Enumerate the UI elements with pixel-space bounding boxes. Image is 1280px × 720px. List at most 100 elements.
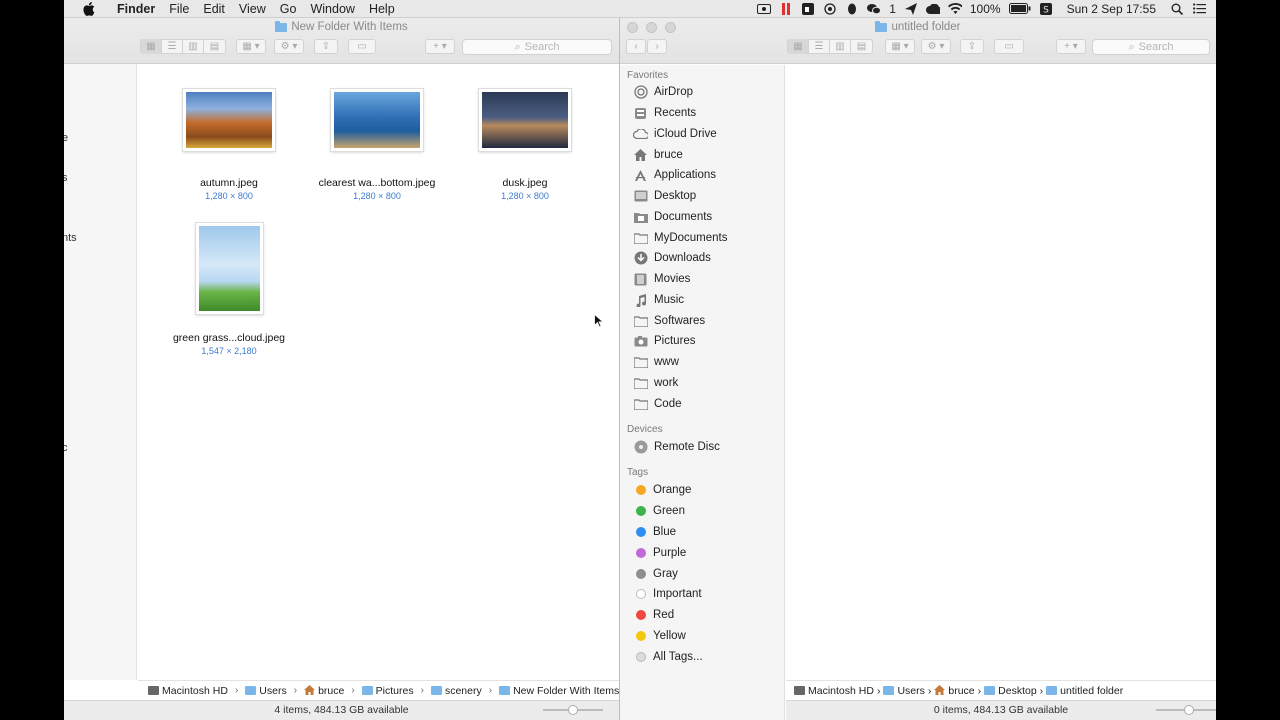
sidebar-fragment[interactable]: e [64, 132, 68, 144]
list-view-icon[interactable]: ☰ [162, 39, 183, 54]
file-name: autumn.jpeg [200, 177, 258, 189]
path-item[interactable]: bruce [304, 684, 344, 697]
path-item[interactable]: Macintosh HD [148, 685, 228, 697]
sidebar-item-bruce[interactable]: bruce [633, 145, 683, 165]
list-view-icon[interactable]: ☰ [809, 39, 830, 54]
column-view-icon[interactable]: ▥ [830, 39, 851, 54]
gallery-view-icon[interactable]: ▤ [851, 39, 872, 54]
share-button[interactable]: ⇪ [960, 39, 984, 54]
forward-button[interactable]: › [647, 39, 667, 54]
file-item[interactable]: green grass...cloud.jpeg 1,547 × 2,180 [159, 223, 299, 356]
sidebar-fragment[interactable]: c [64, 442, 68, 454]
sidebar-item-movies[interactable]: Movies [633, 269, 690, 289]
screen-record-icon[interactable] [757, 3, 772, 15]
icon-size-slider[interactable] [543, 705, 603, 715]
sidebar-item-music[interactable]: Music [633, 290, 684, 310]
sidebar-tag-purple[interactable]: Purple [633, 543, 686, 563]
slider-knob[interactable] [568, 705, 578, 715]
sidebar-tag-all[interactable]: All Tags... [633, 647, 703, 667]
path-item[interactable]: New Folder With Items [499, 685, 619, 697]
sidebar-item-downloads[interactable]: Downloads [633, 248, 711, 268]
sidebar-item-mydocuments[interactable]: MyDocuments [633, 228, 728, 248]
notification-center-icon[interactable] [1192, 3, 1206, 15]
path-item[interactable]: Pictures [361, 685, 414, 697]
path-item[interactable]: Users [883, 685, 925, 697]
wifi-icon[interactable] [947, 3, 962, 15]
ocr-icon[interactable] [823, 2, 837, 15]
icon-size-slider[interactable] [1156, 705, 1216, 715]
sidebar-item-applications[interactable]: Applications [633, 165, 716, 185]
view-mode-segment[interactable]: ▦ ☰ ▥ ▤ [787, 39, 873, 54]
group-by-button[interactable]: ▦ ▾ [236, 39, 266, 54]
menu-window[interactable]: Window [303, 2, 361, 16]
sidebar-item-code[interactable]: Code [633, 394, 682, 414]
evernote-icon[interactable] [801, 2, 815, 15]
sidebar-item-airdrop[interactable]: AirDrop [633, 82, 693, 102]
action-gear-button[interactable]: ⚙ ▾ [274, 39, 304, 54]
movies-icon [633, 272, 648, 286]
sidebar-fragment[interactable]: s [64, 172, 68, 184]
apple-icon[interactable] [80, 0, 98, 18]
file-area-empty[interactable] [786, 65, 1216, 680]
path-item[interactable]: scenery [430, 685, 482, 697]
add-button[interactable]: + ▾ [1056, 39, 1086, 54]
sidebar-item-desktop[interactable]: Desktop [633, 186, 696, 206]
sidebar-tag-orange[interactable]: Orange [633, 480, 691, 500]
sidebar-item-pictures[interactable]: Pictures [633, 331, 696, 351]
share-button[interactable]: ⇪ [314, 39, 338, 54]
add-button[interactable]: + ▾ [425, 39, 455, 54]
slider-knob[interactable] [1184, 705, 1194, 715]
file-name: green grass...cloud.jpeg [172, 332, 286, 344]
sidebar-tag-green[interactable]: Green [633, 501, 685, 521]
sidebar-item-softwares[interactable]: Softwares [633, 311, 705, 331]
tag-button[interactable]: ▭ [994, 39, 1024, 54]
menu-help[interactable]: Help [362, 2, 402, 16]
qq-icon[interactable] [845, 3, 859, 15]
sidebar-item-documents[interactable]: Documents [633, 207, 712, 227]
back-button[interactable]: ‹ [626, 39, 646, 54]
menu-file[interactable]: File [162, 2, 196, 16]
sidebar-item-www[interactable]: www [633, 352, 679, 372]
gallery-view-icon[interactable]: ▤ [204, 39, 225, 54]
input-method-icon[interactable]: S [1039, 2, 1053, 15]
clock[interactable]: Sun 2 Sep 17:55 [1067, 2, 1156, 16]
search-field[interactable]: ⌕ Search [462, 39, 612, 55]
path-item[interactable]: Macintosh HD [794, 685, 874, 697]
menu-view[interactable]: View [232, 2, 273, 16]
path-item[interactable]: Desktop [984, 685, 1037, 697]
file-item[interactable]: dusk.jpeg 1,280 × 800 [455, 89, 595, 201]
wechat-icon[interactable] [867, 3, 882, 15]
sidebar-fragment[interactable]: nts [64, 232, 77, 244]
menu-finder[interactable]: Finder [110, 2, 162, 16]
file-item[interactable]: autumn.jpeg 1,280 × 800 [159, 89, 299, 201]
sidebar-item-icloud-drive[interactable]: iCloud Drive [633, 124, 717, 144]
pause-icon[interactable] [779, 2, 793, 15]
group-by-button[interactable]: ▦ ▾ [885, 39, 915, 54]
sidebar-tag-yellow[interactable]: Yellow [633, 626, 686, 646]
battery-icon[interactable] [1008, 3, 1031, 15]
column-view-icon[interactable]: ▥ [183, 39, 204, 54]
file-item[interactable]: clearest wa...bottom.jpeg 1,280 × 800 [307, 89, 447, 201]
search-field[interactable]: ⌕ Search [1092, 39, 1210, 55]
menu-edit[interactable]: Edit [196, 2, 232, 16]
icon-view-icon[interactable]: ▦ [788, 39, 809, 54]
sidebar-tag-blue[interactable]: Blue [633, 522, 676, 542]
view-mode-segment[interactable]: ▦ ☰ ▥ ▤ [140, 39, 226, 54]
spotlight-icon[interactable] [1170, 3, 1184, 15]
sidebar-item-remote-disc[interactable]: Remote Disc [633, 437, 720, 457]
icon-view-icon[interactable]: ▦ [141, 39, 162, 54]
path-item[interactable]: untitled folder [1046, 685, 1123, 697]
menu-go[interactable]: Go [273, 2, 304, 16]
sidebar-tag-gray[interactable]: Gray [633, 564, 678, 584]
sidebar-item-recents[interactable]: Recents [633, 103, 696, 123]
path-item[interactable]: Users [245, 685, 287, 697]
sidebar-tag-important[interactable]: Important [633, 584, 702, 604]
sidebar-item-work[interactable]: work [633, 373, 678, 393]
tag-button[interactable]: ▭ [348, 39, 376, 54]
cloud-icon[interactable] [925, 3, 940, 15]
action-gear-button[interactable]: ⚙ ▾ [921, 39, 951, 54]
path-item[interactable]: bruce [934, 684, 975, 697]
send-icon[interactable] [904, 2, 918, 15]
sidebar-tag-red[interactable]: Red [633, 605, 674, 625]
file-dimensions: 1,280 × 800 [205, 191, 253, 201]
